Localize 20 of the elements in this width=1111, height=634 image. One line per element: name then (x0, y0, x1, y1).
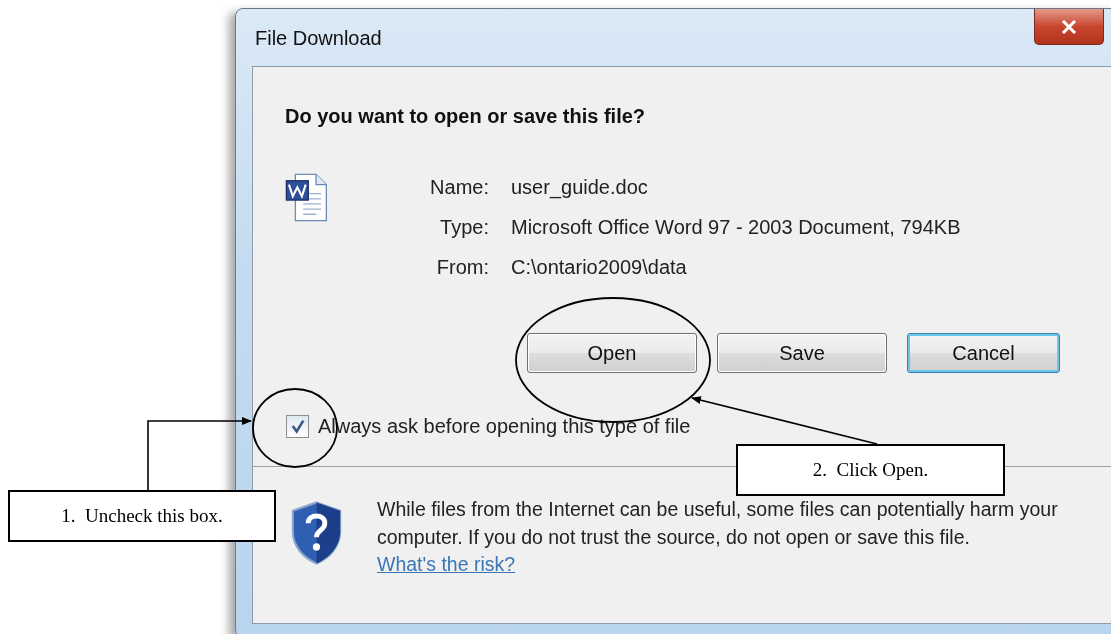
dialog-button[interactable]: Cancel (907, 333, 1060, 373)
close-icon (1061, 19, 1077, 34)
field-value: user_guide.doc (511, 175, 649, 201)
field-value: C:\ontario2009\data (511, 255, 688, 280)
dialog-heading: Do you want to open or save this file? (285, 104, 647, 128)
word-document-icon (285, 173, 329, 222)
field-label: From: (435, 255, 489, 280)
warning-text: While files from the Internet can be useful, some files can potentially harm your computer. If you do not trust the source, do not open or save this file. What's the risk? (377, 497, 1059, 577)
callout-label: 2. Click Open. (736, 444, 1005, 496)
checkbox[interactable] (286, 414, 309, 438)
field-label: Type: (439, 215, 489, 240)
risk-link[interactable]: What's the risk? (377, 553, 516, 575)
close-button[interactable] (1034, 9, 1104, 45)
dialog-button[interactable]: Open (527, 333, 697, 373)
dialog-button[interactable]: Save (717, 333, 887, 373)
field-label: Name: (429, 175, 489, 200)
field-value: Microsoft Office Word 97 - 2003 Document, 794KB (511, 215, 961, 240)
window-title: File Download (255, 26, 382, 50)
callout-label: 1. Uncheck this box. (8, 490, 276, 542)
shield-question-icon (290, 501, 343, 565)
